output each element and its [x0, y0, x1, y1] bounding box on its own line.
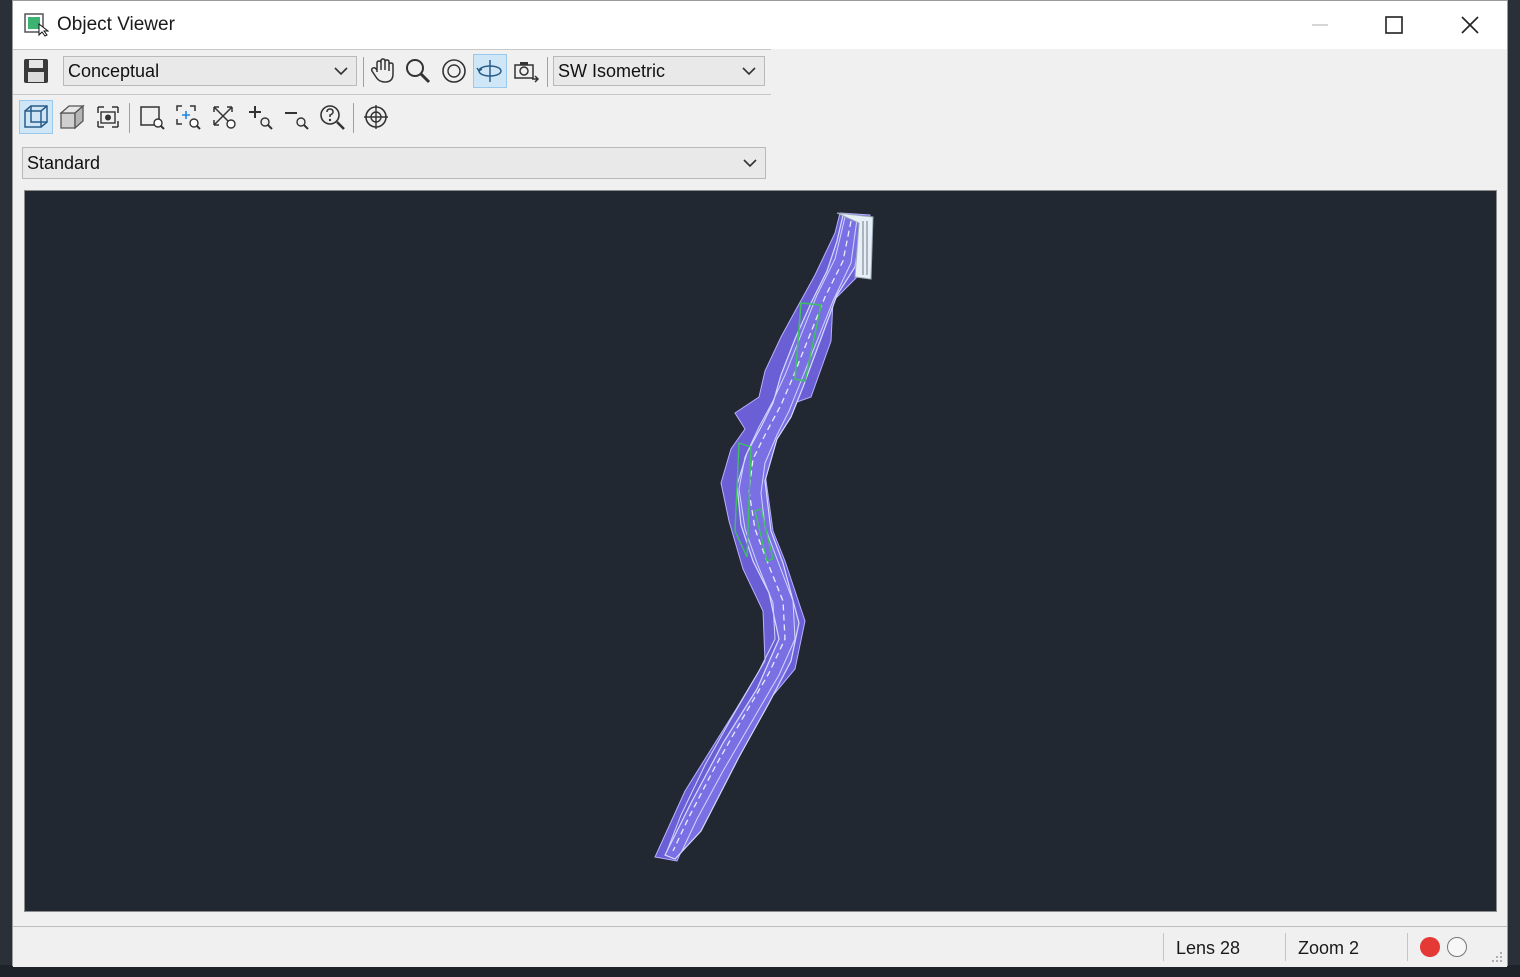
- orbit-button[interactable]: [437, 54, 471, 88]
- record-indicator-icon[interactable]: [1420, 937, 1440, 957]
- perspective-projection-icon: [59, 104, 85, 130]
- zoom-window-button[interactable]: [135, 100, 169, 134]
- object-viewer-window: Object Viewer Conceptual SW Isometric St…: [12, 0, 1508, 967]
- pan-hand-icon: [370, 58, 394, 83]
- view-preset-value: SW Isometric: [558, 61, 666, 81]
- zoom-help-button[interactable]: [315, 100, 349, 134]
- camera-icon: [97, 106, 119, 128]
- zoom-button[interactable]: [401, 54, 435, 88]
- close-button[interactable]: [1433, 1, 1507, 49]
- status-bar: Lens 28 Zoom 2: [13, 926, 1507, 967]
- zoom-in-icon: [249, 106, 273, 130]
- toolbar-separator: [547, 57, 548, 87]
- title-bar[interactable]: Object Viewer: [13, 1, 1507, 49]
- save-icon: [24, 59, 48, 83]
- chevron-down-icon: [743, 159, 757, 168]
- chevron-down-icon: [334, 67, 348, 76]
- zoom-out-icon: [285, 112, 309, 130]
- maximize-icon: [1385, 16, 1403, 34]
- snapshot-icon: [514, 62, 540, 83]
- minimize-button[interactable]: [1283, 1, 1357, 49]
- toolbar-separator: [363, 57, 364, 87]
- toolbar-row-divider: [13, 94, 771, 95]
- snapshot-button[interactable]: [509, 54, 543, 88]
- camera-button[interactable]: [91, 100, 125, 134]
- toolbar-separator: [129, 103, 130, 133]
- zoom-extents-button[interactable]: [207, 100, 241, 134]
- zoom-help-icon: [320, 105, 345, 130]
- 3d-viewport[interactable]: [24, 190, 1497, 912]
- status-separator: [1163, 933, 1164, 961]
- view-preset-dropdown[interactable]: SW Isometric: [553, 56, 765, 86]
- visual-style-dropdown[interactable]: Conceptual: [63, 56, 357, 86]
- stop-indicator-icon[interactable]: [1447, 937, 1467, 957]
- resize-grip-icon[interactable]: [1491, 951, 1503, 963]
- zoom-icon: [406, 59, 431, 84]
- continuous-orbit-button[interactable]: [473, 54, 507, 88]
- toolbar-top-border: [13, 49, 771, 50]
- zoom-window-icon: [140, 106, 165, 130]
- perspective-projection-button[interactable]: [55, 100, 89, 134]
- parallel-projection-button[interactable]: [19, 100, 53, 134]
- minimize-icon: [1312, 24, 1328, 26]
- maximize-button[interactable]: [1357, 1, 1431, 49]
- window-title: Object Viewer: [57, 14, 175, 35]
- background-right-strip: [1508, 0, 1520, 977]
- orbit-icon: [442, 59, 466, 83]
- chevron-down-icon: [742, 67, 756, 76]
- view-style-value: Standard: [27, 153, 101, 173]
- background-left-strip: [0, 0, 12, 977]
- parallel-projection-icon: [24, 105, 48, 128]
- corridor-model: [654, 212, 874, 862]
- app-icon: [23, 11, 50, 37]
- status-separator: [1285, 933, 1286, 961]
- ucs-target-icon: [364, 105, 388, 129]
- zoom-extents-icon: [213, 106, 236, 129]
- zoom-center-icon: [176, 105, 201, 130]
- ucs-target-button[interactable]: [359, 100, 393, 134]
- zoom-in-button[interactable]: [243, 100, 277, 134]
- zoom-out-button[interactable]: [279, 100, 313, 134]
- save-button[interactable]: [19, 54, 53, 88]
- view-style-dropdown[interactable]: Standard: [22, 147, 766, 179]
- toolbar-separator: [353, 103, 354, 133]
- zoom-center-button[interactable]: [171, 100, 205, 134]
- status-separator: [1407, 933, 1408, 961]
- zoom-status: Zoom 2: [1298, 938, 1360, 958]
- visual-style-value: Conceptual: [68, 61, 160, 81]
- pan-button[interactable]: [365, 54, 399, 88]
- corridor-road-surface: [664, 214, 864, 860]
- close-icon: [1461, 16, 1479, 34]
- continuous-orbit-icon: [476, 60, 502, 82]
- lens-status: Lens 28: [1176, 938, 1241, 958]
